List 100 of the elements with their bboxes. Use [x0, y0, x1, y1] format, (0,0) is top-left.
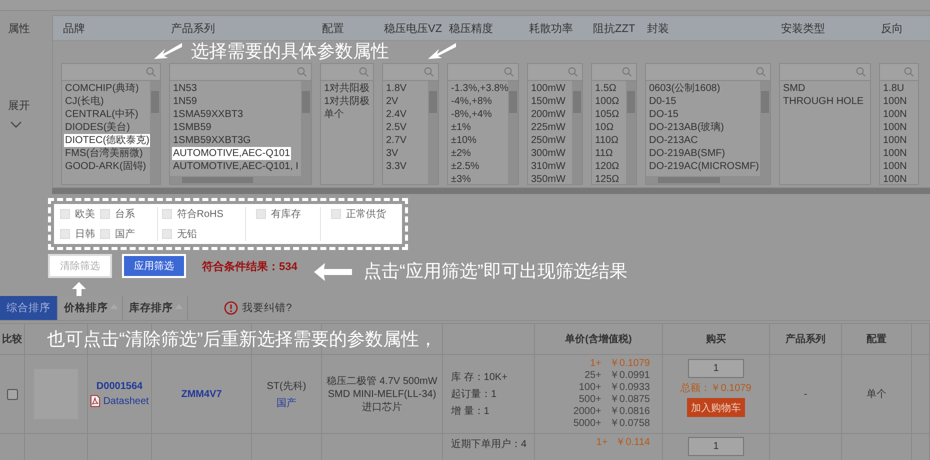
filter-option[interactable]: ±10% [450, 134, 478, 147]
filter-option[interactable]: 1.8V [385, 82, 408, 95]
checkbox-option[interactable]: 有库存 [256, 207, 310, 221]
filter-option[interactable]: COMCHIP(典琦) [64, 82, 140, 95]
filter-option[interactable]: 100N [882, 95, 908, 108]
chevron-down-icon[interactable] [10, 121, 22, 128]
filter-option[interactable]: 100mW [530, 82, 566, 95]
filter-option[interactable]: 310mW [530, 160, 566, 173]
filter-option[interactable]: 1N59 [172, 95, 198, 108]
filter-option[interactable]: 1.8U [882, 82, 906, 95]
scrollbar[interactable] [626, 81, 636, 184]
filter-option[interactable]: THROUGH HOLE [782, 95, 865, 108]
filter-option[interactable]: 1N53 [172, 82, 198, 95]
filter-option[interactable]: 300mW [530, 147, 566, 160]
search-field[interactable] [880, 64, 918, 81]
filter-option[interactable]: SMD [782, 82, 806, 95]
filter-option[interactable]: 100N [882, 134, 908, 147]
filter-option[interactable]: 11Ω [594, 147, 614, 160]
filter-option[interactable]: DIODES(美台) [64, 121, 131, 134]
filter-option[interactable]: 225mW [530, 121, 566, 134]
filter-option[interactable]: DO-15 [648, 108, 680, 121]
filter-option[interactable]: DO-219AC(MICROSMF) [648, 160, 760, 173]
search-field[interactable] [780, 64, 870, 81]
filter-option[interactable]: 1SMB59 [172, 121, 212, 134]
filter-option[interactable]: 120Ω [594, 160, 620, 173]
checkbox-option[interactable]: 无铅 [162, 227, 236, 241]
filter-option[interactable]: FMS(台湾美丽微) [64, 147, 144, 160]
search-field[interactable] [592, 64, 636, 81]
filter-option[interactable]: AUTOMOTIVE,AEC-Q101, I [172, 160, 300, 173]
filter-option[interactable]: GOOD-ARK(固锝) [64, 160, 148, 173]
filter-option[interactable]: 1SMB59XXBT3G [172, 134, 252, 147]
scrollbar[interactable] [301, 81, 311, 176]
filter-option[interactable]: 1对共阳极 [323, 82, 371, 95]
filter-option[interactable]: ±2% [450, 147, 472, 160]
origin-link[interactable]: 国产 [276, 396, 296, 410]
filter-option[interactable]: 2.7V [385, 134, 408, 147]
filter-option[interactable]: ±1% [450, 121, 472, 134]
filter-option[interactable]: 100N [882, 160, 908, 173]
filter-option[interactable]: -1.3%,+3.8% [450, 82, 510, 95]
filter-option[interactable]: 125Ω [594, 173, 620, 184]
filter-option[interactable]: 100N [882, 121, 908, 134]
filter-option[interactable]: 1SMA59XXBT3 [172, 108, 244, 121]
filter-option[interactable]: DIOTEC(德欧泰克) [64, 134, 150, 147]
add-to-cart-button[interactable]: 加入购物车 [687, 398, 745, 417]
search-field[interactable] [383, 64, 438, 81]
checkbox-option[interactable]: 欧美 [60, 207, 100, 221]
expand-link[interactable]: 展开 [8, 98, 30, 113]
filter-option[interactable]: ±2.5% [450, 160, 480, 173]
scrollbar[interactable] [52, 188, 930, 194]
checkbox-option[interactable]: 符合RoHS [162, 207, 236, 221]
quantity-field[interactable]: 1 [688, 437, 744, 456]
filter-option[interactable]: DO-219AB(SMF) [648, 147, 726, 160]
sort-tab[interactable]: 综合排序 [0, 296, 58, 320]
search-field[interactable] [448, 64, 518, 81]
filter-option[interactable]: 100N [882, 108, 908, 121]
filter-option[interactable]: DO-213AC [648, 134, 699, 147]
filter-option[interactable]: 350mW [530, 173, 566, 184]
filter-option[interactable]: CJ(长电) [64, 95, 105, 108]
search-field[interactable] [321, 64, 373, 81]
filter-option[interactable]: AUTOMOTIVE,AEC-Q101 [172, 147, 292, 160]
filter-option[interactable]: 2V [385, 95, 400, 108]
search-field[interactable] [528, 64, 582, 81]
filter-option[interactable]: 10Ω [594, 121, 615, 134]
scrollbar[interactable] [760, 81, 770, 176]
filter-option[interactable]: 150mW [530, 95, 566, 108]
checkbox-option[interactable]: 日韩 [60, 227, 100, 241]
checkbox-option[interactable]: 国产 [100, 227, 140, 241]
filter-option[interactable]: 3.3V [385, 160, 408, 173]
apply-filter-button[interactable]: 应用筛选 [122, 254, 186, 278]
filter-option[interactable]: D0-15 [648, 95, 678, 108]
model-link[interactable]: ZMM4V7 [181, 388, 222, 400]
filter-option[interactable]: DO-213AB(玻璃) [648, 121, 726, 134]
clear-filter-button[interactable]: 清除筛选 [48, 254, 112, 278]
filter-option[interactable]: -8%,+4% [450, 108, 493, 121]
filter-option[interactable]: 2.5V [385, 121, 408, 134]
scrollbar[interactable] [170, 176, 311, 184]
filter-option[interactable]: 单个 [323, 108, 345, 121]
filter-option[interactable]: 3V [385, 147, 400, 160]
compare-checkbox[interactable] [6, 388, 18, 400]
filter-option[interactable]: 2.4V [385, 108, 408, 121]
filter-option[interactable]: 200mW [530, 108, 566, 121]
scrollbar[interactable] [150, 81, 160, 184]
filter-option[interactable]: 1对共阴极 [323, 95, 371, 108]
scrollbar[interactable] [428, 81, 438, 184]
part-number-link[interactable]: D0001564 [96, 381, 143, 392]
checkbox-option[interactable]: 台系 [100, 207, 140, 221]
search-field[interactable] [646, 64, 770, 81]
scrollbar[interactable] [646, 176, 770, 184]
quantity-field[interactable]: 1 [688, 359, 744, 378]
filter-option[interactable]: -4%,+8% [450, 95, 493, 108]
filter-option[interactable]: 100Ω [594, 95, 620, 108]
filter-option[interactable]: CENTRAL(中环) [64, 108, 140, 121]
scrollbar[interactable] [508, 81, 518, 184]
filter-option[interactable]: ±3% [450, 173, 472, 184]
search-field[interactable] [170, 64, 311, 81]
search-field[interactable] [62, 64, 160, 81]
filter-option[interactable]: 110Ω [594, 134, 620, 147]
checkbox-option[interactable]: 正常供货 [331, 207, 386, 221]
filter-option[interactable]: 250mW [530, 134, 566, 147]
filter-option[interactable]: 100N [882, 173, 908, 184]
